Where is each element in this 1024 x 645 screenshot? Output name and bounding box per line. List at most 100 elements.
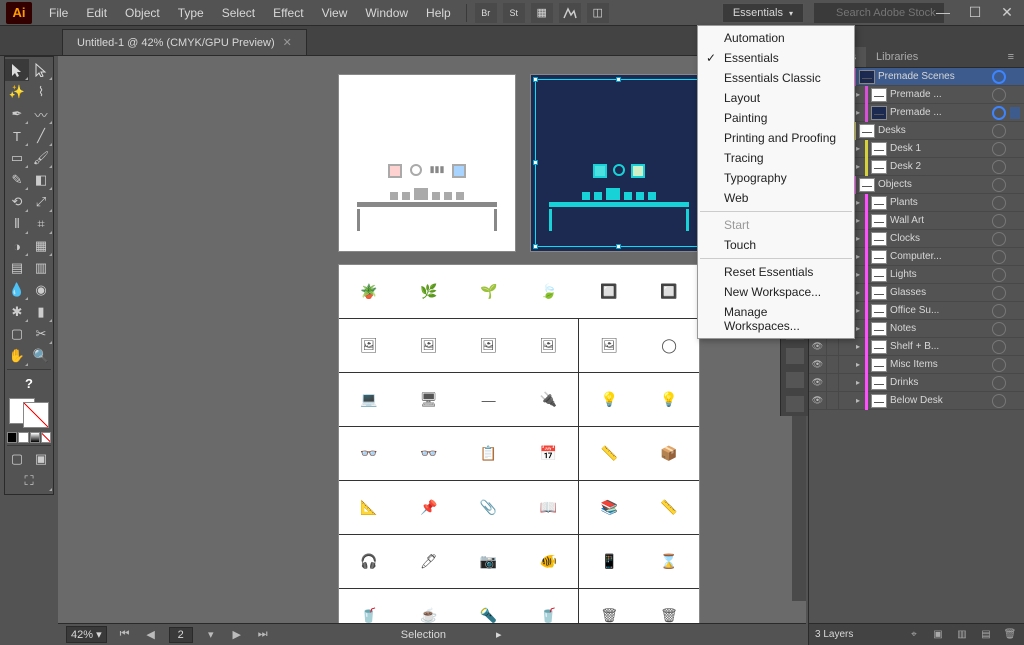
target-icon[interactable]: [992, 214, 1006, 228]
target-icon[interactable]: [992, 376, 1006, 390]
workspace-manage-workspaces-[interactable]: Manage Workspaces...: [698, 302, 854, 336]
panel-menu-icon[interactable]: ≡: [1002, 47, 1020, 67]
shape-builder-tool[interactable]: ◑: [5, 235, 29, 257]
create-sublayer-icon[interactable]: ▥: [954, 628, 970, 642]
artboard-2[interactable]: [530, 74, 708, 252]
artboard-1[interactable]: ▮▮▮: [338, 74, 516, 252]
panel-icon[interactable]: [786, 396, 804, 412]
draw-behind-mode[interactable]: ▣: [29, 448, 53, 470]
close-button[interactable]: ✕: [996, 2, 1018, 22]
none-swatch[interactable]: [41, 432, 51, 443]
target-icon[interactable]: [992, 286, 1006, 300]
target-icon[interactable]: [992, 340, 1006, 354]
shaper-tool[interactable]: ✎: [5, 169, 29, 191]
target-icon[interactable]: [992, 394, 1006, 408]
locate-object-icon[interactable]: ⌖: [906, 628, 922, 642]
gradient-swatch[interactable]: [30, 432, 40, 443]
next-artboard-button[interactable]: ▶: [229, 628, 245, 641]
lock-toggle[interactable]: [827, 338, 839, 356]
menu-file[interactable]: File: [40, 2, 77, 24]
expand-toggle[interactable]: ▸: [851, 342, 865, 351]
pen-tool[interactable]: ✒: [5, 103, 29, 125]
screen-mode[interactable]: ⛶: [5, 470, 53, 492]
lock-toggle[interactable]: [827, 392, 839, 410]
slice-tool[interactable]: ✂: [29, 323, 53, 345]
line-tool[interactable]: ╱: [29, 125, 53, 147]
draw-normal-mode[interactable]: ▢: [5, 448, 29, 470]
lock-toggle[interactable]: [827, 374, 839, 392]
tab-libraries[interactable]: Libraries: [866, 47, 928, 67]
visibility-toggle[interactable]: [809, 374, 827, 392]
document-tab[interactable]: Untitled-1 @ 42% (CMYK/GPU Preview) ✕: [62, 29, 307, 55]
workspace-painting[interactable]: Painting: [698, 108, 854, 128]
make-clipping-mask-icon[interactable]: ▣: [930, 628, 946, 642]
menu-object[interactable]: Object: [116, 2, 169, 24]
target-icon[interactable]: [992, 178, 1006, 192]
target-icon[interactable]: [992, 124, 1006, 138]
panel-icon[interactable]: [786, 372, 804, 388]
layer-row[interactable]: ▸ Below Desk: [809, 392, 1024, 410]
arrange-documents-icon[interactable]: ▦: [531, 3, 553, 23]
target-icon[interactable]: [992, 142, 1006, 156]
layer-row[interactable]: ▸ Misc Items: [809, 356, 1024, 374]
bridge-icon[interactable]: Br: [475, 3, 497, 23]
prev-artboard-button[interactable]: ◀: [143, 628, 159, 641]
search-adobe-stock-input[interactable]: [814, 3, 944, 23]
unknown-tool[interactable]: ?: [5, 372, 53, 394]
type-tool[interactable]: T: [5, 125, 29, 147]
gradient-tool[interactable]: ▥: [29, 257, 53, 279]
visibility-toggle[interactable]: [809, 392, 827, 410]
status-dropdown[interactable]: ▸: [496, 628, 502, 641]
menu-type[interactable]: Type: [169, 2, 213, 24]
menu-select[interactable]: Select: [213, 2, 264, 24]
zoom-select[interactable]: 42% ▾: [66, 626, 107, 643]
target-icon[interactable]: [992, 358, 1006, 372]
rotate-tool[interactable]: ⟲: [5, 191, 29, 213]
direct-selection-tool[interactable]: [29, 59, 53, 81]
target-icon[interactable]: [992, 250, 1006, 264]
eyedropper-tool[interactable]: 💧: [5, 279, 29, 301]
workspace-switcher[interactable]: Essentials ▾: [722, 3, 804, 23]
menu-edit[interactable]: Edit: [77, 2, 116, 24]
workspace-essentials[interactable]: Essentials: [698, 48, 854, 68]
share-icon[interactable]: ◫: [587, 3, 609, 23]
layer-row[interactable]: ▸ Shelf + B...: [809, 338, 1024, 356]
canvas-area[interactable]: ▮▮▮ 🪴🌿🌱🍃🔲🔲🖼🖼🖼🖼🖼◯💻🖥—🔌💡💡👓👓📋📅�: [58, 56, 806, 623]
color-swatch[interactable]: [18, 432, 28, 443]
color-swatch[interactable]: [7, 432, 17, 443]
maximize-button[interactable]: ☐: [964, 2, 986, 22]
target-icon[interactable]: [992, 160, 1006, 174]
workspace-web[interactable]: Web: [698, 188, 854, 208]
target-icon[interactable]: [992, 106, 1006, 120]
expand-toggle[interactable]: ▸: [851, 396, 865, 405]
menu-effect[interactable]: Effect: [264, 2, 312, 24]
scale-tool[interactable]: ⤢: [29, 191, 53, 213]
workspace-typography[interactable]: Typography: [698, 168, 854, 188]
column-graph-tool[interactable]: ▮: [29, 301, 53, 323]
menu-help[interactable]: Help: [417, 2, 460, 24]
artboard-catalog[interactable]: 🪴🌿🌱🍃🔲🔲🖼🖼🖼🖼🖼◯💻🖥—🔌💡💡👓👓📋📅📏📦📐📌📎📖📚📏🎧🖊📷🐠📱⌛🥤☕🔦🥤…: [338, 264, 700, 623]
workspace-new-workspace-[interactable]: New Workspace...: [698, 282, 854, 302]
artboard-tool[interactable]: ▢: [5, 323, 29, 345]
workspace-tracing[interactable]: Tracing: [698, 148, 854, 168]
workspace-essentials-classic[interactable]: Essentials Classic: [698, 68, 854, 88]
visibility-toggle[interactable]: [809, 338, 827, 356]
workspace-automation[interactable]: Automation: [698, 28, 854, 48]
expand-toggle[interactable]: ▸: [851, 360, 865, 369]
layer-row[interactable]: ▸ Drinks: [809, 374, 1024, 392]
free-transform-tool[interactable]: ⌗: [29, 213, 53, 235]
target-icon[interactable]: [992, 304, 1006, 318]
panel-icon[interactable]: [786, 348, 804, 364]
first-artboard-button[interactable]: ⏮: [117, 628, 133, 641]
last-artboard-button[interactable]: ⏭: [255, 628, 271, 641]
target-icon[interactable]: [992, 70, 1006, 84]
target-icon[interactable]: [992, 88, 1006, 102]
zoom-tool[interactable]: 🔍: [29, 345, 53, 367]
target-icon[interactable]: [992, 322, 1006, 336]
target-icon[interactable]: [992, 232, 1006, 246]
magic-wand-tool[interactable]: ✨: [5, 81, 29, 103]
symbol-sprayer-tool[interactable]: ✱: [5, 301, 29, 323]
mesh-tool[interactable]: ▤: [5, 257, 29, 279]
eraser-tool[interactable]: ◧: [29, 169, 53, 191]
perspective-grid-tool[interactable]: ▦: [29, 235, 53, 257]
